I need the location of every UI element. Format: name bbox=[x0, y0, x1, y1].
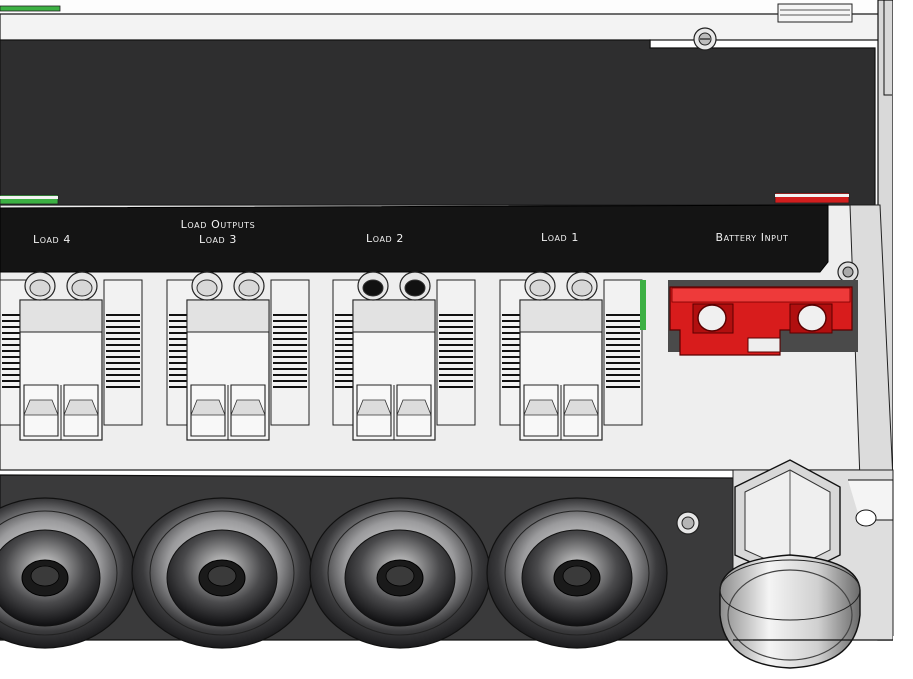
wiring-compartment-diagram bbox=[0, 0, 913, 679]
top-led-green bbox=[0, 5, 61, 12]
label-battery-input: Battery Input bbox=[715, 231, 789, 244]
label-load-3: Load 3 bbox=[198, 233, 238, 246]
label-load-outputs: Load Outputs bbox=[180, 218, 256, 231]
grommet-icon bbox=[131, 497, 313, 649]
label-load-4: Load 4 bbox=[32, 233, 72, 246]
grommet-icon bbox=[486, 497, 668, 649]
screw-icon bbox=[837, 261, 859, 283]
label-load-2: Load 2 bbox=[365, 232, 405, 245]
label-load-1: Load 1 bbox=[540, 231, 580, 244]
screw-icon bbox=[693, 27, 717, 51]
grommet-icon bbox=[309, 497, 491, 649]
screw-icon bbox=[676, 511, 700, 535]
battery-input-connector bbox=[668, 280, 858, 356]
